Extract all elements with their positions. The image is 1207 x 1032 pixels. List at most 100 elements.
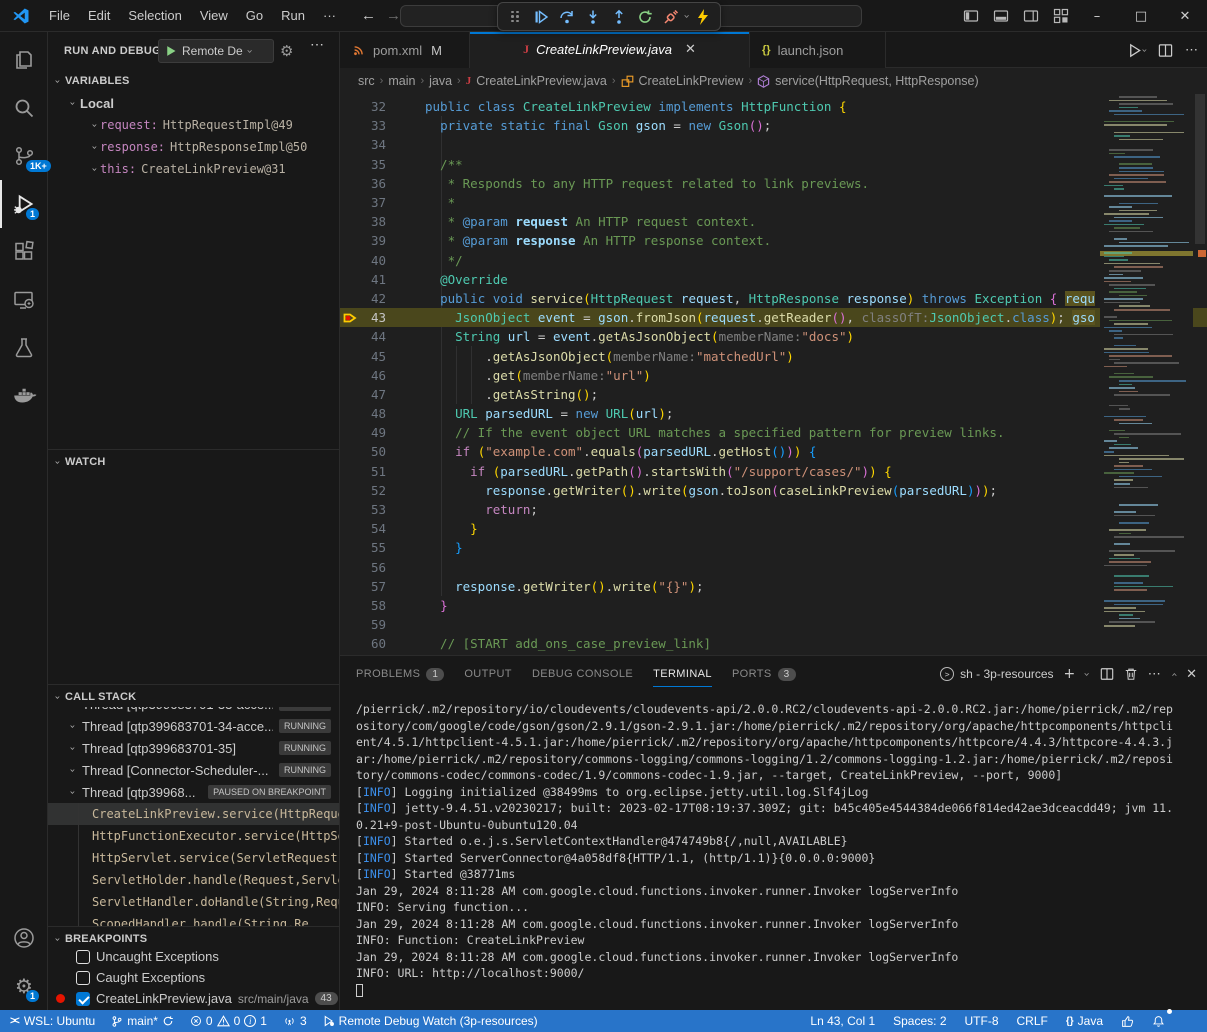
breakpoint-row[interactable]: CreateLinkPreview.javasrc/main/java43 <box>48 988 339 1009</box>
code-line[interactable]: 60 // [START add_ons_case_preview_link] <box>340 634 1207 653</box>
code-line[interactable]: 55 } <box>340 538 1207 557</box>
source-control-icon[interactable]: 1K+ <box>0 132 48 180</box>
code-line[interactable]: 44 String url = event.getAsJsonObject(me… <box>340 327 1207 346</box>
menu-run[interactable]: Run <box>272 4 314 28</box>
customize-layout-icon[interactable] <box>1053 8 1069 24</box>
breakpoint-row[interactable]: Uncaught Exceptions <box>48 946 339 967</box>
feedback-smiley[interactable] <box>1115 1010 1140 1032</box>
code-line[interactable]: 49 // If the event object URL matches a … <box>340 423 1207 442</box>
run-java-button[interactable]: › <box>1127 43 1146 58</box>
window-close-button[interactable]: ✕ <box>1163 0 1207 32</box>
remote-explorer-icon[interactable] <box>0 276 48 324</box>
terminal-selector[interactable]: > sh - 3p-resources <box>940 667 1053 681</box>
code-line[interactable]: 40 */ <box>340 251 1207 270</box>
variable-row[interactable]: ›this:CreateLinkPreview@31 <box>48 158 339 180</box>
tab-createlinkpreview-java[interactable]: J CreateLinkPreview.java ✕ <box>470 32 750 68</box>
extensions-icon[interactable] <box>0 228 48 276</box>
panel-tab-output[interactable]: OUTPUT <box>456 656 520 692</box>
breakpoint-checkbox[interactable] <box>76 971 90 985</box>
code-line[interactable]: 56 <box>340 558 1207 577</box>
code-line[interactable]: 36 * Responds to any HTTP request relate… <box>340 174 1207 193</box>
breakpoint-row[interactable]: Caught Exceptions <box>48 967 339 988</box>
code-line[interactable]: 50 if ("example.com".equals(parsedURL.ge… <box>340 442 1207 461</box>
minimap[interactable] <box>1100 94 1193 655</box>
close-panel-icon[interactable]: ✕ <box>1186 667 1197 682</box>
call-stack-thread-row[interactable]: ›Thread [Connector-Scheduler-...RUNNING <box>48 759 339 781</box>
code-line[interactable]: 35 /** <box>340 155 1207 174</box>
stack-frame-row[interactable]: CreateLinkPreview.service(HttpReques <box>48 803 339 825</box>
debug-step-over-button[interactable] <box>555 5 579 29</box>
launch-configuration-dropdown[interactable]: Remote De › <box>158 39 274 63</box>
call-stack-thread-row[interactable]: ›Thread [qtp399683701-34-acce...RUNNING <box>48 715 339 737</box>
menu-selection[interactable]: Selection <box>119 4 190 28</box>
call-stack-thread-row[interactable]: ›Thread [qtp399683701-35]RUNNING <box>48 737 339 759</box>
back-button[interactable]: ← <box>361 7 376 24</box>
notifications-bell[interactable] <box>1146 1010 1171 1032</box>
breadcrumb-java[interactable]: java <box>429 74 452 88</box>
variable-row[interactable]: ›response:HttpResponseImpl@50 <box>48 136 339 158</box>
new-terminal-button[interactable]: + <box>1064 666 1076 682</box>
panel-tab-ports[interactable]: PORTS3 <box>724 656 804 692</box>
editor-scrollbar[interactable] <box>1193 94 1207 655</box>
window-minimize-button[interactable]: – <box>1075 0 1119 32</box>
more-menu[interactable]: ··· <box>314 8 345 23</box>
stack-frame-row[interactable]: ServletHandler.doHandle(String,Reque <box>48 891 339 913</box>
code-line[interactable]: 59 <box>340 615 1207 634</box>
debug-step-into-button[interactable] <box>581 5 605 29</box>
stack-frame-row[interactable]: HttpFunctionExecutor.service(HttpSer <box>48 825 339 847</box>
debug-step-out-button[interactable] <box>607 5 631 29</box>
code-line[interactable]: 51 if (parsedURL.getPath().startsWith("/… <box>340 462 1207 481</box>
code-line[interactable]: 48 URL parsedURL = new URL(url); <box>340 404 1207 423</box>
views-more-actions[interactable]: ⋯ <box>310 36 325 53</box>
code-line[interactable]: 42 public void service(HttpRequest reque… <box>340 289 1207 308</box>
git-branch-status[interactable]: main* <box>105 1010 180 1032</box>
code-line[interactable]: 34 <box>340 135 1207 154</box>
code-line[interactable]: 47 .getAsString(); <box>340 385 1207 404</box>
code-line[interactable]: 33 private static final Gson gson = new … <box>340 116 1207 135</box>
code-line[interactable]: 32public class CreateLinkPreview impleme… <box>340 97 1207 116</box>
code-line[interactable]: 46 .get(memberName:"url") <box>340 366 1207 385</box>
docker-icon[interactable] <box>0 372 48 420</box>
split-terminal-icon[interactable] <box>1100 667 1114 681</box>
language-mode[interactable]: {} Java <box>1060 1010 1109 1032</box>
terminal-dropdown-chevron[interactable]: › <box>1081 672 1094 676</box>
breadcrumb-class[interactable]: CreateLinkPreview <box>639 74 744 88</box>
accounts-icon[interactable] <box>0 914 48 962</box>
call-stack-thread-row[interactable]: ›Thread [qtp399683701-33-acce...RUNNING <box>48 707 339 715</box>
hot-code-replace-button[interactable] <box>691 5 715 29</box>
code-line[interactable]: 45 .getAsJsonObject(memberName:"matchedU… <box>340 346 1207 365</box>
code-line[interactable]: 54 } <box>340 519 1207 538</box>
debug-continue-button[interactable] <box>529 5 553 29</box>
code-line[interactable]: 43 JsonObject event = gson.fromJson(requ… <box>340 308 1207 327</box>
menu-file[interactable]: File <box>40 4 79 28</box>
window-maximize-button[interactable]: □ <box>1119 0 1163 32</box>
code-line[interactable]: 38 * @param request An HTTP request cont… <box>340 212 1207 231</box>
eol-setting[interactable]: CRLF <box>1011 1010 1054 1032</box>
toolbar-drag-handle[interactable] <box>503 5 527 29</box>
kill-terminal-trash-icon[interactable] <box>1124 667 1138 681</box>
settings-gear-icon[interactable]: ⚙ 1 <box>0 962 48 1010</box>
forward-button[interactable]: → <box>386 7 401 24</box>
indentation-setting[interactable]: Spaces: 2 <box>887 1010 952 1032</box>
breadcrumb-method[interactable]: service(HttpRequest, HttpResponse) <box>775 74 979 88</box>
stack-frame-row[interactable]: ServletHolder.handle(Request,Servlet <box>48 869 339 891</box>
editor-more-actions[interactable]: ⋯ <box>1185 42 1199 58</box>
sync-icon[interactable] <box>162 1015 174 1027</box>
code-editor[interactable]: 32public class CreateLinkPreview impleme… <box>340 94 1207 655</box>
code-line[interactable]: 53 return; <box>340 500 1207 519</box>
menu-edit[interactable]: Edit <box>79 4 119 28</box>
encoding-setting[interactable]: UTF-8 <box>959 1010 1005 1032</box>
problems-status[interactable]: 0 0 i 1 <box>184 1010 273 1032</box>
code-line[interactable]: 58 } <box>340 596 1207 615</box>
breakpoint-checkbox[interactable] <box>76 992 90 1006</box>
code-line[interactable]: 52 response.getWriter().write(gson.toJso… <box>340 481 1207 500</box>
panel-more-actions[interactable]: ⋯ <box>1148 666 1162 682</box>
code-line[interactable]: 57 response.getWriter().write("{}"); <box>340 577 1207 596</box>
maximize-panel-icon[interactable]: › <box>1167 672 1180 676</box>
menu-view[interactable]: View <box>191 4 237 28</box>
split-editor-icon[interactable] <box>1158 43 1173 58</box>
stack-frame-row[interactable]: HttpServlet.service(ServletRequest,S <box>48 847 339 869</box>
call-stack-thread-row[interactable]: ›Thread [qtp39968...PAUSED ON BREAKPOINT <box>48 781 339 803</box>
code-line[interactable]: 39 * @param response An HTTP response co… <box>340 231 1207 250</box>
panel-tab-problems[interactable]: PROBLEMS1 <box>348 656 452 692</box>
